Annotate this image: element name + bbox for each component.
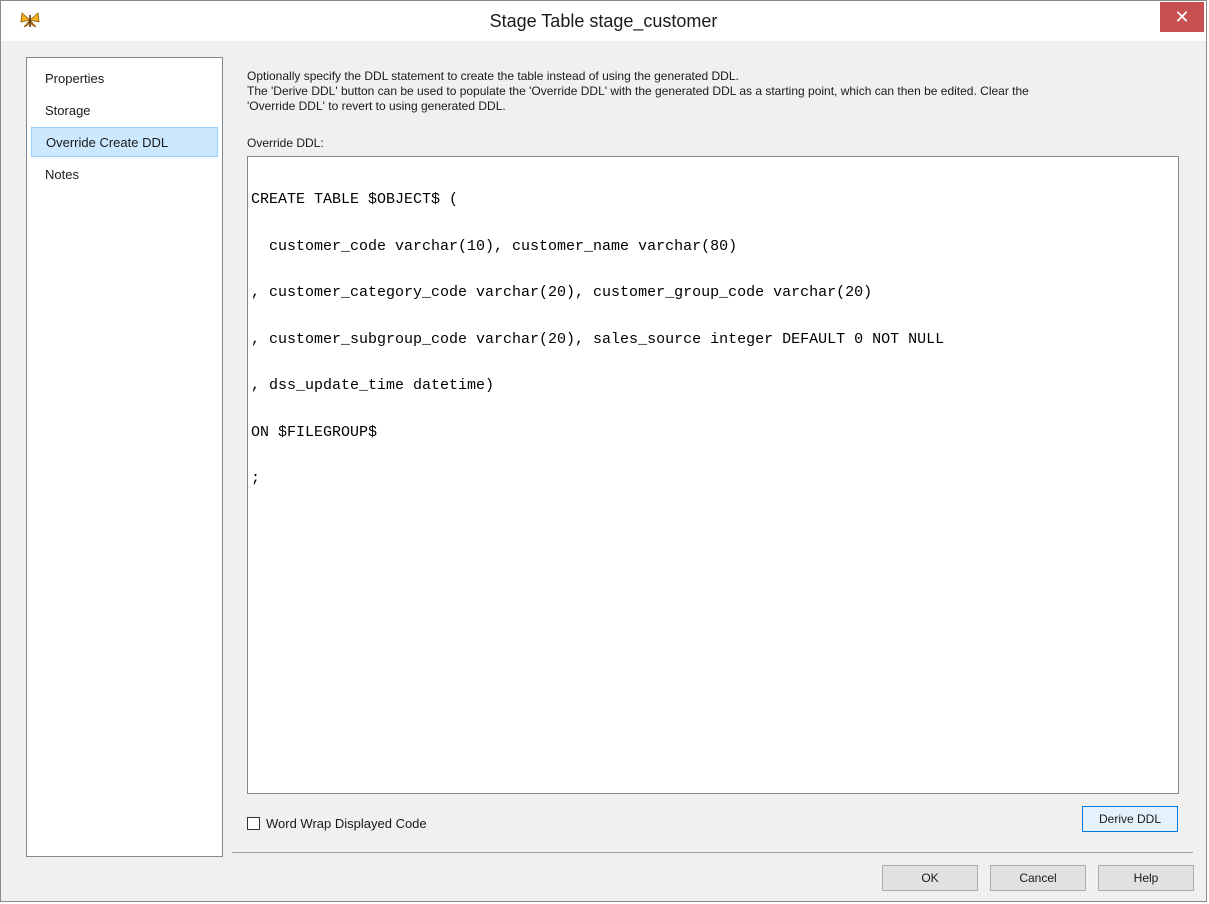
- nav-item-override-create-ddl[interactable]: Override Create DDL: [31, 127, 218, 157]
- nav-panel: Properties Storage Override Create DDL N…: [26, 57, 223, 857]
- nav-item-storage[interactable]: Storage: [31, 96, 218, 126]
- nav-item-label: Storage: [45, 103, 91, 118]
- override-ddl-editor[interactable]: CREATE TABLE $OBJECT$ ( customer_code va…: [247, 156, 1179, 794]
- description-line: 'Override DDL' to revert to using genera…: [247, 99, 506, 113]
- code-line: ;: [251, 470, 261, 487]
- help-button[interactable]: Help: [1098, 865, 1194, 891]
- word-wrap-label: Word Wrap Displayed Code: [266, 815, 427, 831]
- word-wrap-option[interactable]: Word Wrap Displayed Code: [247, 814, 427, 832]
- close-button[interactable]: ✕: [1160, 2, 1204, 32]
- nav-item-label: Override Create DDL: [46, 135, 169, 150]
- dialog-window: Stage Table stage_customer ✕ Properties …: [0, 0, 1207, 902]
- nav-item-label: Notes: [45, 167, 79, 182]
- code-line: , customer_subgroup_code varchar(20), sa…: [251, 330, 945, 348]
- derive-ddl-button[interactable]: Derive DDL: [1082, 806, 1178, 832]
- nav-item-properties[interactable]: Properties: [31, 64, 218, 94]
- close-icon: ✕: [1174, 7, 1190, 27]
- description-line: The 'Derive DDL' button can be used to p…: [247, 84, 1029, 98]
- description-line: Optionally specify the DDL statement to …: [247, 69, 739, 83]
- title-bar[interactable]: Stage Table stage_customer ✕: [1, 1, 1206, 41]
- code-line: , dss_update_time datetime): [251, 377, 495, 394]
- ok-button[interactable]: OK: [882, 865, 978, 891]
- nav-item-label: Properties: [45, 71, 105, 86]
- override-ddl-label: Override DDL:: [247, 136, 324, 150]
- code-line: customer_code varchar(10), customer_name…: [251, 237, 738, 255]
- description-text: Optionally specify the DDL statement to …: [247, 69, 1187, 114]
- word-wrap-checkbox[interactable]: [247, 816, 260, 830]
- cancel-button[interactable]: Cancel: [990, 865, 1086, 891]
- nav-item-notes[interactable]: Notes: [31, 160, 218, 190]
- code-line: , customer_category_code varchar(20), cu…: [251, 284, 873, 301]
- code-line: CREATE TABLE $OBJECT$ (: [251, 191, 459, 208]
- code-line: ON $FILEGROUP$: [251, 423, 378, 441]
- window-title: Stage Table stage_customer: [489, 11, 718, 31]
- footer-divider: [232, 852, 1193, 853]
